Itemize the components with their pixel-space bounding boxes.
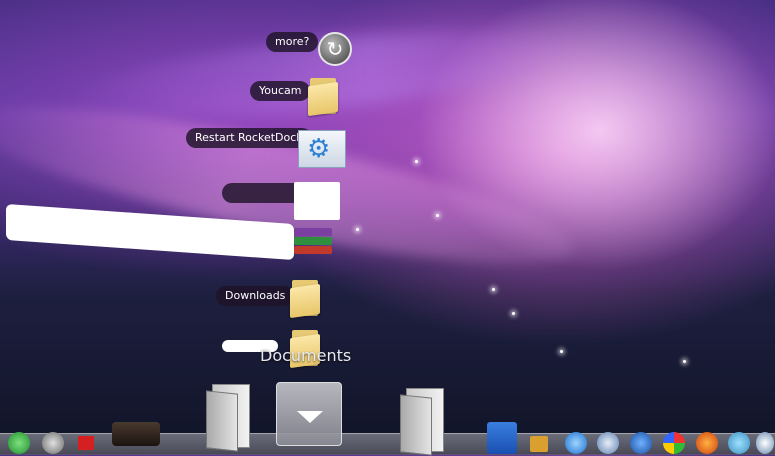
ipod-icon[interactable] xyxy=(487,422,517,454)
stack-toggle-button[interactable] xyxy=(276,382,342,446)
projector-icon[interactable] xyxy=(112,422,160,446)
flag-icon[interactable] xyxy=(78,436,94,450)
stack-item-youcam-label[interactable]: Youcam xyxy=(250,81,311,101)
firefox-icon[interactable] xyxy=(696,432,718,454)
refresh-icon[interactable] xyxy=(8,432,30,454)
folder-icon[interactable] xyxy=(206,384,250,452)
star xyxy=(560,350,563,353)
folder-icon[interactable] xyxy=(400,388,444,456)
stack-item-restart-label[interactable]: Restart RocketDock xyxy=(186,128,312,148)
arrow-circle-icon[interactable]: ↻ xyxy=(318,32,352,66)
gear-document-icon[interactable]: ⚙ xyxy=(298,130,346,168)
stack-item-downloads-label[interactable]: Downloads xyxy=(216,286,295,306)
folder-icon[interactable] xyxy=(308,74,338,117)
winrar-icon[interactable] xyxy=(294,228,332,262)
star xyxy=(492,288,495,291)
yahoo-icon[interactable] xyxy=(728,432,750,454)
star xyxy=(436,214,439,217)
stack-item-more-label[interactable]: more? xyxy=(266,32,319,52)
windows-icon[interactable] xyxy=(663,432,685,454)
network-user-icon[interactable] xyxy=(42,432,64,454)
stack-item-redacted-label[interactable] xyxy=(222,183,304,203)
media-player-icon[interactable] xyxy=(530,436,548,452)
safari-icon[interactable] xyxy=(597,432,619,454)
star xyxy=(415,160,418,163)
disc-icon[interactable] xyxy=(756,432,774,454)
star xyxy=(356,228,359,231)
earth-icon[interactable] xyxy=(630,432,652,454)
stack-title: Documents xyxy=(260,346,352,365)
quicktime-icon[interactable] xyxy=(565,432,587,454)
folder-icon[interactable] xyxy=(290,276,320,319)
star xyxy=(683,360,686,363)
blank-document-icon[interactable] xyxy=(294,182,340,220)
chevron-down-icon xyxy=(297,411,323,423)
star xyxy=(512,312,515,315)
